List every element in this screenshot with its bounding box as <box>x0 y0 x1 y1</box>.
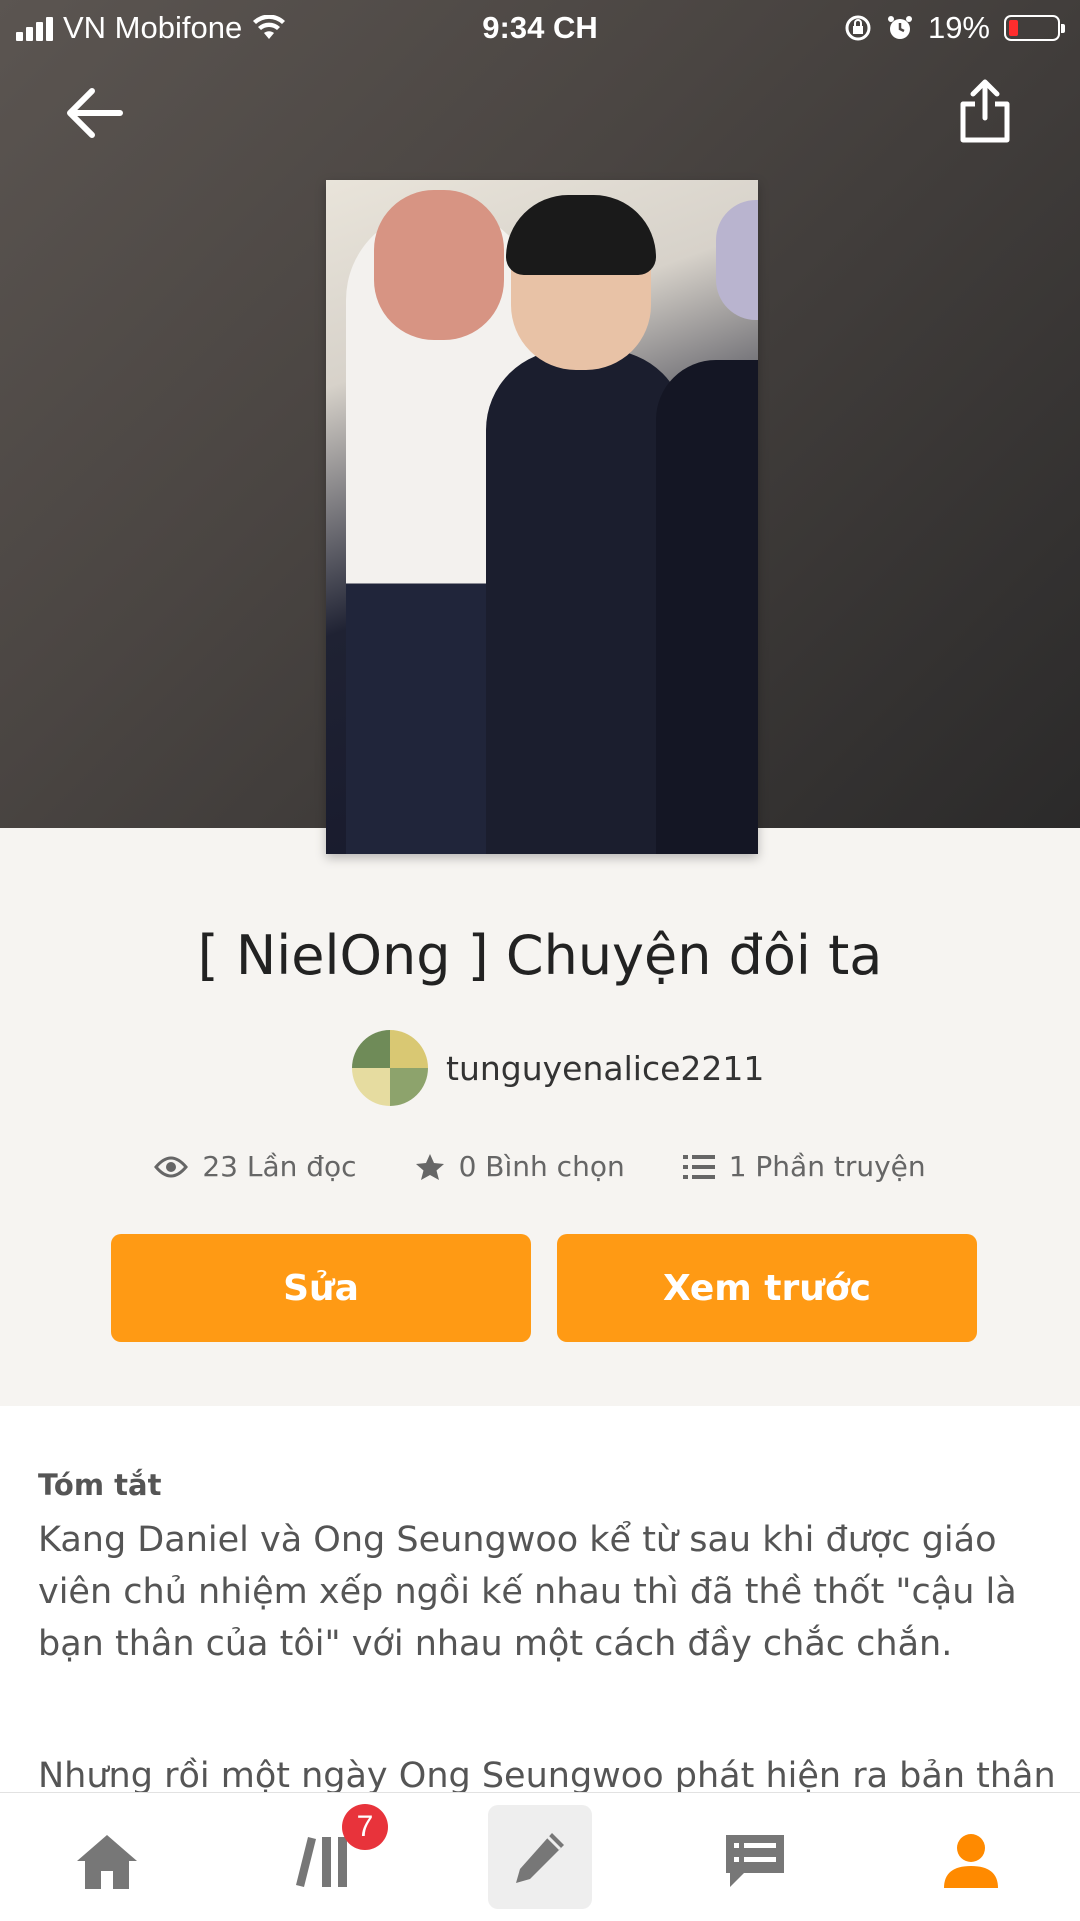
avatar[interactable] <box>352 1030 428 1106</box>
bottom-tab-bar <box>0 1792 1080 1921</box>
summary-paragraph-1: Kang Daniel và Ong Seungwoo kể từ sau kh… <box>38 1520 1017 1664</box>
edit-button[interactable]: Sửa <box>111 1234 531 1342</box>
votes-stat: 0 Bình chọn <box>415 1150 625 1183</box>
battery-icon <box>1004 15 1065 41</box>
alarm-icon <box>887 16 912 39</box>
list-icon <box>682 1154 715 1179</box>
preview-button[interactable]: Xem trước <box>557 1234 977 1342</box>
battery-percent: 19% <box>927 10 990 45</box>
home-icon <box>77 1835 137 1889</box>
parts-label: 1 Phần truyện <box>728 1150 926 1183</box>
rotation-lock-icon <box>845 15 871 41</box>
story-stats: 23 Lần đọc 0 Bình chọn 1 Phần truyện <box>0 1150 1080 1183</box>
star-icon <box>415 1153 444 1180</box>
parts-stat: 1 Phần truyện <box>682 1150 926 1183</box>
summary-section: Tóm tắt Kang Daniel và Ong Seungwoo kể t… <box>0 1406 1080 1792</box>
author-row[interactable]: tunguyenalice2211 <box>352 1030 764 1106</box>
reads-label: 23 Lần đọc <box>202 1150 357 1183</box>
author-name[interactable]: tunguyenalice2211 <box>446 1049 764 1088</box>
profile-icon <box>944 1834 998 1888</box>
write-icon <box>516 1833 564 1883</box>
tab-messages[interactable] <box>705 1811 805 1911</box>
story-title: [ NielOng ] Chuyện đôi ta <box>197 924 883 987</box>
status-bar: VN Mobifone 9:34 CH 19% <box>0 0 1080 56</box>
share-icon[interactable] <box>955 76 1015 146</box>
back-arrow-icon[interactable] <box>60 78 130 148</box>
summary-paragraph-2: Nhưng rồi một ngày Ong Seungwoo phát hiệ… <box>38 1756 1056 1792</box>
tab-profile[interactable] <box>921 1811 1021 1911</box>
tab-write[interactable] <box>488 1805 592 1909</box>
tab-home[interactable] <box>57 1811 157 1911</box>
votes-label: 0 Bình chọn <box>458 1150 625 1183</box>
reads-stat: 23 Lần đọc <box>154 1150 357 1183</box>
messages-icon <box>726 1835 784 1887</box>
story-cover-image <box>326 180 758 854</box>
eye-icon <box>154 1156 189 1177</box>
library-badge: 7 <box>342 1804 388 1850</box>
summary-heading: Tóm tắt <box>38 1468 162 1502</box>
